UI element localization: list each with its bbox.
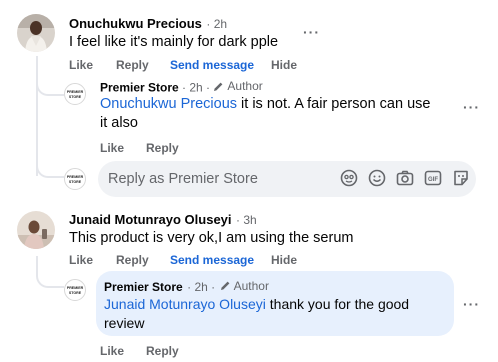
more-options-icon[interactable]: ···: [463, 99, 480, 115]
svg-text:GIF: GIF: [428, 177, 438, 183]
svg-text:PREMIER: PREMIER: [67, 286, 84, 290]
avatar-sticker-icon[interactable]: [340, 169, 358, 187]
comment-header: Junaid Motunrayo Oluseyi · 3h: [69, 211, 257, 229]
commenter-avatar[interactable]: [17, 211, 55, 249]
comment-time[interactable]: · 2h: [206, 17, 227, 31]
store-avatar[interactable]: PREMIER STORE: [64, 279, 86, 301]
svg-text:STORE: STORE: [69, 180, 82, 184]
svg-text:STORE: STORE: [69, 95, 82, 99]
like-button[interactable]: Like: [100, 141, 146, 155]
hide-button[interactable]: Hide: [271, 253, 297, 267]
send-message-button[interactable]: Send message: [170, 253, 271, 267]
reply-text: Onuchukwu Precious it is not. A fair per…: [100, 96, 431, 131]
reply-button[interactable]: Reply: [146, 141, 179, 155]
camera-icon[interactable]: [396, 169, 414, 187]
commenter-avatar[interactable]: [17, 14, 55, 52]
reply-time[interactable]: · 2h ·: [187, 280, 215, 294]
store-avatar[interactable]: PREMIER STORE: [64, 83, 86, 105]
svg-text:PREMIER: PREMIER: [67, 175, 84, 179]
reply-text: Junaid Motunrayo Oluseyi thank you for t…: [104, 296, 410, 331]
store-avatar: PREMIER STORE: [64, 168, 86, 190]
reply-header: Premier Store · 2h · Author: [104, 278, 269, 296]
sticker-icon[interactable]: [452, 169, 470, 187]
reply-input[interactable]: Reply as Premier Store GIF: [98, 161, 476, 197]
hide-button[interactable]: Hide: [271, 58, 297, 72]
svg-text:STORE: STORE: [69, 291, 82, 295]
author-badge: Author: [213, 79, 263, 93]
gif-icon[interactable]: GIF: [424, 169, 442, 187]
comment-author[interactable]: Junaid Motunrayo Oluseyi: [69, 212, 232, 227]
author-badge: Author: [220, 279, 269, 293]
reply-placeholder: Reply as Premier Store: [108, 171, 258, 187]
svg-text:PREMIER: PREMIER: [67, 90, 84, 94]
emoji-icon[interactable]: [368, 169, 386, 187]
thread-curve-2: [36, 156, 64, 178]
pencil-icon: [220, 281, 230, 290]
comment-actions: Like Reply Send message Hide: [69, 58, 297, 72]
comment-time[interactable]: · 3h: [236, 213, 257, 227]
thread-curve-1: [36, 74, 64, 96]
send-message-button[interactable]: Send message: [170, 58, 271, 72]
more-options-icon[interactable]: ···: [463, 296, 480, 312]
reply-actions: Like Reply: [100, 141, 179, 155]
comment-text: I feel like it's mainly for dark pple: [69, 34, 279, 50]
comment-actions: Like Reply Send message Hide: [69, 253, 297, 267]
reply-button[interactable]: Reply: [116, 58, 170, 72]
reply-time[interactable]: · 2h ·: [182, 81, 210, 95]
reply-button[interactable]: Reply: [146, 344, 179, 358]
like-button[interactable]: Like: [69, 253, 116, 267]
reply-author[interactable]: Premier Store: [104, 280, 183, 294]
more-options-icon[interactable]: ···: [303, 24, 320, 40]
comment-header: Onuchukwu Precious · 2h: [69, 15, 227, 33]
comment-author[interactable]: Onuchukwu Precious: [69, 16, 202, 31]
mention-link[interactable]: Onuchukwu Precious: [100, 96, 237, 112]
like-button[interactable]: Like: [100, 344, 146, 358]
reply-header: Premier Store · 2h · Author: [100, 79, 263, 95]
thread-curve-3: [36, 266, 64, 288]
mention-link[interactable]: Junaid Motunrayo Oluseyi: [104, 296, 266, 312]
like-button[interactable]: Like: [69, 58, 116, 72]
reply-actions: Like Reply: [100, 344, 179, 358]
pencil-icon: [214, 82, 223, 91]
comment-text: This product is very ok,I am using the s…: [69, 230, 354, 246]
reply-author[interactable]: Premier Store: [100, 81, 179, 95]
reply-tools: GIF: [340, 169, 470, 187]
reply-button[interactable]: Reply: [116, 253, 170, 267]
